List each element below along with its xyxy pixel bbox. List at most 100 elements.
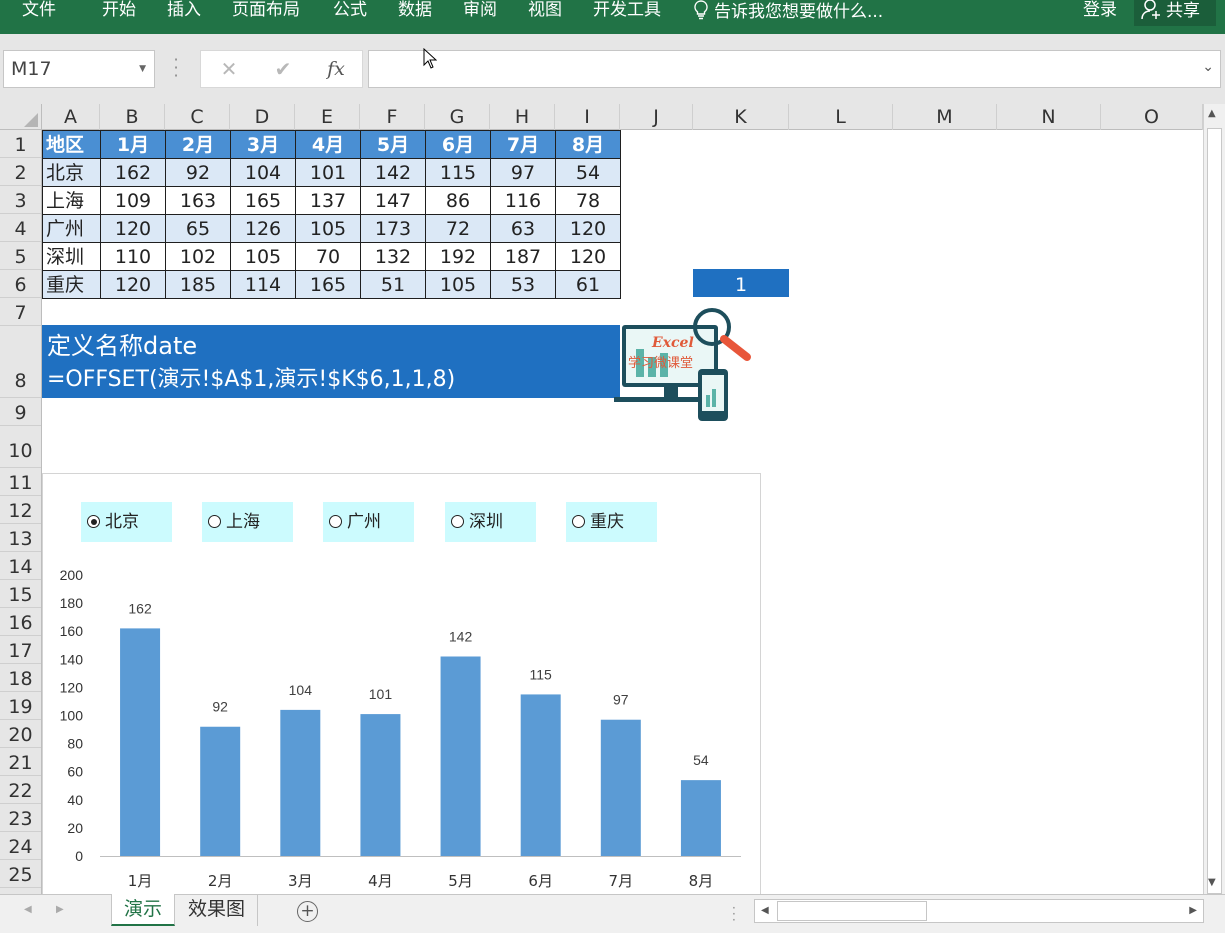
table-cell[interactable]: 165 bbox=[230, 186, 296, 215]
tab-file[interactable]: 文件 bbox=[22, 0, 56, 20]
enter-icon[interactable]: ✔ bbox=[263, 51, 303, 87]
row-header[interactable]: 20 bbox=[0, 720, 41, 748]
table-cell[interactable]: 162 bbox=[100, 158, 166, 187]
table-cell[interactable]: 105 bbox=[230, 242, 296, 271]
horizontal-scrollbar[interactable]: ◀ ▶ bbox=[754, 899, 1204, 923]
table-cell[interactable]: 104 bbox=[230, 158, 296, 187]
column-header[interactable]: D bbox=[230, 104, 295, 130]
table-cell[interactable]: 120 bbox=[555, 214, 621, 243]
drag-handle-icon[interactable]: · · · bbox=[172, 52, 180, 84]
tab-insert[interactable]: 插入 bbox=[167, 0, 201, 20]
column-header[interactable]: H bbox=[490, 104, 555, 130]
table-cell[interactable]: 上海 bbox=[42, 186, 101, 215]
sheet-tab-result[interactable]: 效果图 bbox=[176, 894, 258, 926]
vertical-scrollbar[interactable]: ▲ ▼ bbox=[1203, 104, 1225, 894]
add-sheet-button[interactable]: + bbox=[297, 901, 318, 922]
table-cell[interactable]: 120 bbox=[100, 214, 166, 243]
column-header[interactable]: K bbox=[693, 104, 789, 130]
expand-chevron-icon[interactable]: ⌄ bbox=[1202, 59, 1214, 75]
chevron-down-icon[interactable]: ▼ bbox=[139, 51, 146, 87]
column-header[interactable]: L bbox=[789, 104, 893, 130]
tell-me-search[interactable]: 告诉我您想要做什么... bbox=[693, 0, 883, 22]
row-header[interactable]: 3 bbox=[0, 186, 41, 214]
tab-home[interactable]: 开始 bbox=[102, 0, 136, 20]
sheet-tab-demo[interactable]: 演示 bbox=[111, 894, 175, 926]
tab-scroll-left-icon[interactable]: ◀ bbox=[24, 904, 32, 915]
table-cell[interactable]: 132 bbox=[360, 242, 426, 271]
row-header[interactable]: 13 bbox=[0, 524, 41, 552]
row-header[interactable]: 16 bbox=[0, 608, 41, 636]
row-header[interactable]: 18 bbox=[0, 664, 41, 692]
row-header[interactable]: 21 bbox=[0, 748, 41, 776]
table-cell[interactable]: 61 bbox=[555, 270, 621, 299]
header-cell[interactable]: 7月 bbox=[490, 130, 556, 159]
share-button[interactable]: 共享 bbox=[1134, 0, 1216, 26]
table-cell[interactable]: 105 bbox=[295, 214, 361, 243]
table-cell[interactable]: 105 bbox=[425, 270, 491, 299]
table-cell[interactable]: 广州 bbox=[42, 214, 101, 243]
scroll-right-icon[interactable]: ▶ bbox=[1189, 905, 1197, 916]
table-cell[interactable]: 92 bbox=[165, 158, 231, 187]
scroll-left-icon[interactable]: ◀ bbox=[761, 905, 769, 916]
column-header[interactable]: C bbox=[165, 104, 230, 130]
header-cell[interactable]: 6月 bbox=[425, 130, 491, 159]
row-header[interactable]: 24 bbox=[0, 832, 41, 860]
column-chart[interactable]: 北京 上海 广州 深圳 重庆 0 20 40 60 80 100 120 140 160 180 2… bbox=[42, 473, 761, 894]
row-header[interactable]: 23 bbox=[0, 804, 41, 832]
row-header[interactable]: 19 bbox=[0, 692, 41, 720]
column-header[interactable]: M bbox=[893, 104, 997, 130]
table-cell[interactable]: 86 bbox=[425, 186, 491, 215]
header-cell[interactable]: 8月 bbox=[555, 130, 621, 159]
column-header[interactable]: J bbox=[620, 104, 693, 130]
table-cell[interactable]: 142 bbox=[360, 158, 426, 187]
table-cell[interactable]: 63 bbox=[490, 214, 556, 243]
table-cell[interactable]: 51 bbox=[360, 270, 426, 299]
row-header[interactable]: 2 bbox=[0, 158, 41, 186]
table-cell[interactable]: 109 bbox=[100, 186, 166, 215]
table-cell[interactable]: 深圳 bbox=[42, 242, 101, 271]
tab-page-layout[interactable]: 页面布局 bbox=[232, 0, 300, 20]
row-header[interactable]: 11 bbox=[0, 468, 41, 496]
cell-k6[interactable]: 1 bbox=[693, 269, 789, 297]
tab-scroll-right-icon[interactable]: ▶ bbox=[56, 904, 64, 915]
column-header[interactable]: N bbox=[997, 104, 1101, 130]
table-cell[interactable]: 72 bbox=[425, 214, 491, 243]
row-header[interactable]: 6 bbox=[0, 270, 41, 298]
row-header[interactable]: 22 bbox=[0, 776, 41, 804]
column-header[interactable]: B bbox=[100, 104, 165, 130]
table-cell[interactable]: 120 bbox=[555, 242, 621, 271]
table-cell[interactable]: 78 bbox=[555, 186, 621, 215]
table-cell[interactable]: 163 bbox=[165, 186, 231, 215]
row-header[interactable]: 10 bbox=[0, 426, 41, 468]
row-header[interactable]: 9 bbox=[0, 398, 41, 426]
tab-data[interactable]: 数据 bbox=[398, 0, 432, 20]
select-all-button[interactable] bbox=[0, 104, 42, 130]
row-header[interactable]: 5 bbox=[0, 242, 41, 270]
insert-function-icon[interactable]: fx bbox=[316, 51, 356, 87]
formula-input[interactable]: ⌄ bbox=[368, 50, 1221, 88]
header-cell[interactable]: 地区 bbox=[42, 130, 101, 159]
header-cell[interactable]: 5月 bbox=[360, 130, 426, 159]
table-cell[interactable]: 137 bbox=[295, 186, 361, 215]
row-header[interactable]: 8 bbox=[0, 326, 41, 398]
table-cell[interactable]: 114 bbox=[230, 270, 296, 299]
table-cell[interactable]: 110 bbox=[100, 242, 166, 271]
table-cell[interactable]: 192 bbox=[425, 242, 491, 271]
row-header[interactable]: 17 bbox=[0, 636, 41, 664]
table-cell[interactable]: 97 bbox=[490, 158, 556, 187]
table-cell[interactable]: 173 bbox=[360, 214, 426, 243]
table-cell[interactable]: 147 bbox=[360, 186, 426, 215]
scroll-up-icon[interactable]: ▲ bbox=[1208, 108, 1216, 119]
table-cell[interactable]: 115 bbox=[425, 158, 491, 187]
table-cell[interactable]: 重庆 bbox=[42, 270, 101, 299]
cancel-icon[interactable]: ✕ bbox=[209, 51, 249, 87]
tab-review[interactable]: 审阅 bbox=[463, 0, 497, 20]
tab-view[interactable]: 视图 bbox=[528, 0, 562, 20]
sheet-grid[interactable]: 地区 1月 2月 3月 4月 5月 6月 7月 8月 北京 162 92 104… bbox=[42, 130, 1203, 894]
table-cell[interactable]: 185 bbox=[165, 270, 231, 299]
table-cell[interactable]: 70 bbox=[295, 242, 361, 271]
table-cell[interactable]: 126 bbox=[230, 214, 296, 243]
column-header[interactable]: A bbox=[42, 104, 100, 130]
row-header[interactable]: 25 bbox=[0, 860, 41, 888]
column-header[interactable]: I bbox=[555, 104, 620, 130]
